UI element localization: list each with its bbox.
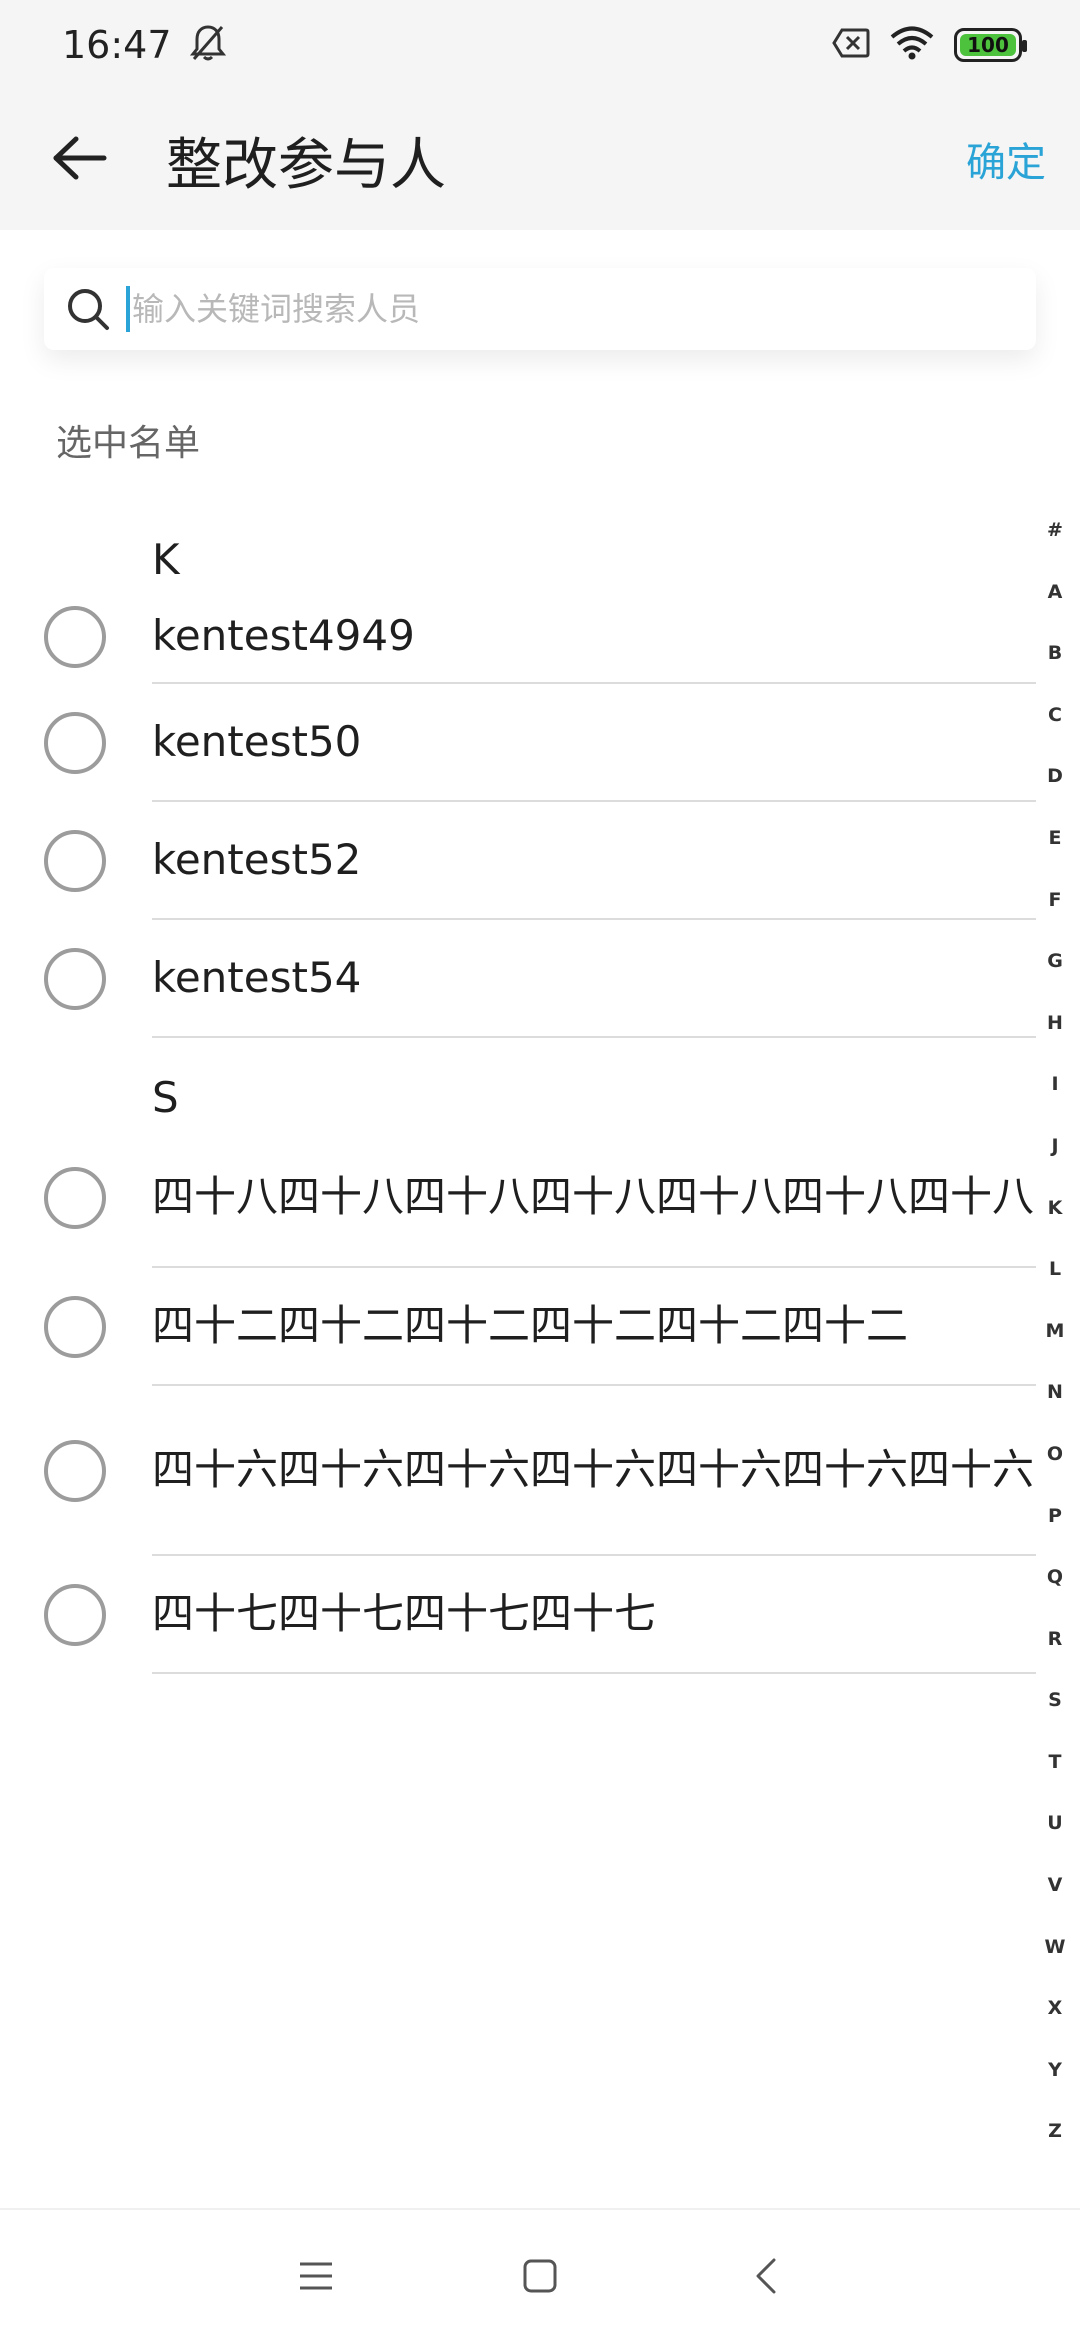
radio-button[interactable] (44, 712, 106, 774)
menu-icon (300, 2262, 332, 2290)
system-nav-bar (0, 2208, 1080, 2340)
home-icon (523, 2259, 557, 2293)
member-name: 四十二四十二四十二四十二四十二四十二 (152, 1301, 909, 1350)
list-item[interactable]: 四十六四十六四十六四十六四十六四十六四十六 (0, 1386, 1040, 1556)
radio-button[interactable] (44, 606, 106, 668)
battery-icon: 100 (954, 28, 1027, 62)
list-item-content: 四十六四十六四十六四十六四十六四十六四十六 (152, 1386, 1036, 1556)
index-letter[interactable]: I (1051, 1054, 1058, 1116)
list-item[interactable]: kentest54 (0, 920, 1040, 1038)
index-letter[interactable]: H (1047, 993, 1063, 1055)
page-title: 整改参与人 (166, 133, 446, 198)
index-letter[interactable]: N (1047, 1362, 1063, 1424)
radio-button[interactable] (44, 830, 106, 892)
index-letter[interactable]: G (1047, 931, 1063, 993)
index-letter[interactable]: S (1048, 1670, 1062, 1732)
index-letter[interactable]: J (1051, 1116, 1058, 1178)
wifi-icon (890, 26, 934, 64)
radio-button[interactable] (44, 1296, 106, 1358)
member-name: 四十七四十七四十七四十七 (152, 1589, 657, 1638)
member-name: 四十六四十六四十六四十六四十六四十六四十六 (152, 1445, 1035, 1494)
status-time: 16:47 (62, 23, 172, 67)
list-item[interactable]: 四十二四十二四十二四十二四十二四十二 (0, 1268, 1040, 1386)
list-item[interactable]: kentest50 (0, 684, 1040, 802)
index-letter[interactable]: Q (1047, 1547, 1063, 1609)
member-name: kentest50 (152, 717, 362, 766)
sim-x-icon (832, 28, 870, 62)
section-header-s: S (152, 1073, 179, 1122)
index-letter[interactable]: Z (1048, 2101, 1062, 2163)
list-item[interactable]: 四十八四十八四十八四十八四十八四十八四十八 (0, 1128, 1040, 1268)
radio-button[interactable] (44, 1167, 106, 1229)
list-item-content: kentest4949 (152, 590, 1036, 684)
section-header-k: K (152, 535, 180, 584)
list-item-content: 四十七四十七四十七四十七 (152, 1556, 1036, 1674)
search-icon (64, 285, 112, 333)
menu-button[interactable] (290, 2250, 342, 2302)
index-letter[interactable]: D (1047, 746, 1063, 808)
index-letter[interactable]: T (1049, 1732, 1062, 1794)
index-letter[interactable]: Y (1048, 2040, 1062, 2102)
radio-button[interactable] (44, 948, 106, 1010)
radio-button[interactable] (44, 1584, 106, 1646)
index-letter[interactable]: W (1045, 1917, 1066, 1979)
member-name: 四十八四十八四十八四十八四十八四十八四十八 (152, 1172, 1035, 1221)
confirm-button[interactable]: 确定 (966, 130, 1046, 188)
home-button[interactable] (514, 2250, 566, 2302)
index-letter[interactable]: M (1046, 1301, 1065, 1363)
list-item[interactable]: kentest4949 (0, 590, 1040, 684)
index-letter[interactable]: R (1048, 1609, 1063, 1671)
index-letter[interactable]: F (1049, 870, 1062, 932)
list-item-content: 四十八四十八四十八四十八四十八四十八四十八 (152, 1128, 1036, 1268)
chevron-left-icon (756, 2258, 776, 2294)
member-name: kentest54 (152, 953, 362, 1002)
list-item[interactable]: 四十七四十七四十七四十七 (0, 1556, 1040, 1674)
search-input[interactable] (126, 286, 986, 332)
radio-button[interactable] (44, 1440, 106, 1502)
member-name: kentest52 (152, 835, 362, 884)
index-letter[interactable]: # (1047, 500, 1063, 562)
alphabet-index-bar[interactable]: # A B C D E F G H I J K L M N O P Q R S T U V W X Y Z (1040, 500, 1070, 2163)
status-left: 16:47 (62, 23, 226, 67)
search-box[interactable] (44, 268, 1036, 350)
index-letter[interactable]: A (1048, 562, 1063, 624)
status-bar: 16:47 100 (0, 0, 1080, 90)
index-letter[interactable]: U (1047, 1793, 1062, 1855)
member-name: kentest4949 (152, 611, 415, 660)
list-item-content: 四十二四十二四十二四十二四十二四十二 (152, 1268, 1036, 1386)
member-list: K kentest4949 kentest50 kentest52 kentes… (0, 500, 1040, 1674)
index-letter[interactable]: E (1049, 808, 1062, 870)
index-letter[interactable]: O (1047, 1424, 1063, 1486)
index-letter[interactable]: C (1048, 685, 1062, 747)
status-right: 100 (832, 26, 1027, 64)
battery-level: 100 (960, 33, 1016, 57)
index-letter[interactable]: V (1048, 1855, 1063, 1917)
back-nav-button[interactable] (740, 2250, 792, 2302)
index-letter[interactable]: P (1048, 1486, 1062, 1548)
list-item-content: kentest54 (152, 920, 1036, 1038)
header: 整改参与人 确定 (0, 90, 1080, 230)
back-button[interactable] (44, 122, 116, 194)
bell-off-icon (189, 23, 226, 67)
index-letter[interactable]: K (1048, 1178, 1063, 1240)
index-letter[interactable]: L (1049, 1239, 1061, 1301)
index-letter[interactable]: B (1048, 623, 1062, 685)
arrow-left-icon (53, 136, 107, 180)
index-letter[interactable]: X (1048, 1978, 1063, 2040)
selected-list-label: 选中名单 (56, 423, 201, 464)
list-item[interactable]: kentest52 (0, 802, 1040, 920)
list-item-content: kentest50 (152, 684, 1036, 802)
list-item-content: kentest52 (152, 802, 1036, 920)
